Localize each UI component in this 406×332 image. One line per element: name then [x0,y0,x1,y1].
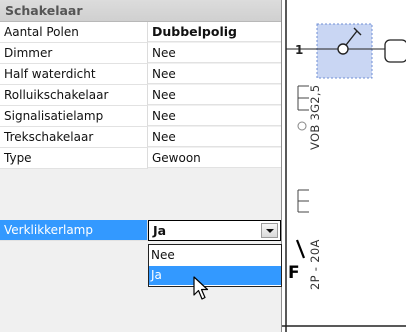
schematic-canvas[interactable]: 1 VOB 3G2,5 2P - 20A F [282,0,406,332]
property-name: Dimmer [0,43,148,64]
category-title: Schakelaar [5,3,83,18]
property-value[interactable]: Nee [148,106,281,126]
property-value[interactable]: Gewoon [148,148,281,168]
property-name: Type [0,148,148,169]
property-name: Verklikkerlamp [0,220,148,241]
breaker-rating-label: 2P - 20A [308,239,322,290]
cable-label: VOB 3G2,5 [308,84,322,150]
dropdown-list: Nee Ja [148,244,282,287]
property-name: Signalisatielamp [0,106,148,127]
mouse-pointer-icon [193,276,209,300]
combobox-value: Ja [153,223,167,238]
property-row-dimmer[interactable]: Dimmer Nee [0,43,281,64]
property-name: Half waterdicht [0,64,148,85]
dropdown-arrow-button[interactable] [261,223,278,238]
property-value[interactable]: Nee [148,43,281,63]
property-name: Aantal Polen [0,22,148,43]
property-row-type[interactable]: Type Gewoon [0,148,281,169]
circuit-number: 1 [295,43,304,57]
property-value[interactable]: Nee [148,127,281,147]
property-value[interactable]: Dubbelpolig [148,22,281,42]
property-grid-header: Schakelaar [0,0,281,22]
property-row-half-waterdicht[interactable]: Half waterdicht Nee [0,64,281,85]
verklikkerlamp-value-combobox[interactable]: Ja [148,220,281,241]
property-name: Trekschakelaar [0,127,148,148]
dropdown-option-ja[interactable]: Ja [149,266,281,285]
property-row-aantal-polen[interactable]: Aantal Polen Dubbelpolig [0,22,281,43]
property-row-signalisatielamp[interactable]: Signalisatielamp Nee [0,106,281,127]
property-name: Rolluikschakelaar [0,85,148,106]
property-row-rolluikschakelaar[interactable]: Rolluikschakelaar Nee [0,85,281,106]
property-row-trekschakelaar[interactable]: Trekschakelaar Nee [0,127,281,148]
dropdown-option-nee[interactable]: Nee [149,246,281,265]
property-value[interactable]: Nee [148,64,281,84]
breaker-symbol: F [288,263,300,283]
property-value[interactable]: Nee [148,85,281,105]
